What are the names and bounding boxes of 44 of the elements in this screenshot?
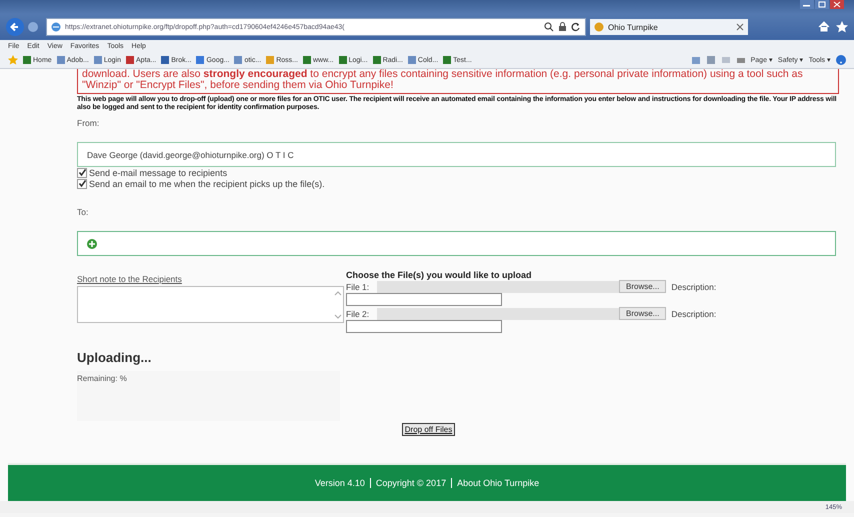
search-icon[interactable] bbox=[544, 22, 554, 32]
browse-button[interactable]: Browse... bbox=[619, 280, 666, 293]
back-icon[interactable] bbox=[6, 18, 24, 36]
window-controls-icon[interactable] bbox=[800, 0, 844, 9]
description-field[interactable] bbox=[346, 320, 502, 333]
drop-off-button[interactable]: Drop off Files bbox=[402, 423, 456, 436]
lock-icon[interactable] bbox=[558, 22, 567, 32]
file-path-field[interactable] bbox=[377, 308, 619, 320]
warning-message: download. Users are also strongly encouraged to encrypt any files containing sensitive information (e.g. personal private information) using a tool such as "Winzip" or "Encrypt Files", before sending them via Ohio Turnpike! bbox=[77, 69, 839, 94]
browser-tab[interactable]: Ohio Turnpike bbox=[590, 19, 748, 35]
footer-link[interactable]: About Ohio Turnpike bbox=[451, 478, 540, 488]
help-icon[interactable] bbox=[836, 55, 846, 65]
add-icon[interactable] bbox=[87, 238, 97, 248]
checkbox[interactable] bbox=[77, 178, 87, 188]
star-icon[interactable] bbox=[836, 21, 848, 33]
footer-text: Version 4.10 bbox=[314, 478, 365, 488]
browse-button[interactable]: Browse... bbox=[619, 307, 666, 320]
scroll-arrows-icon[interactable] bbox=[334, 290, 342, 320]
favorites-star-icon[interactable] bbox=[8, 55, 18, 65]
uploading-heading: Uploading... bbox=[77, 350, 152, 365]
close-icon[interactable] bbox=[736, 23, 744, 31]
tab-title: Ohio Turnpike bbox=[608, 22, 659, 32]
home-icon[interactable] bbox=[818, 21, 830, 32]
file-label: File 2: bbox=[346, 308, 370, 318]
from-field[interactable]: Dave George (david.george@ohioturnpike.org) O T I C bbox=[77, 142, 836, 167]
file-path-field[interactable] bbox=[377, 280, 619, 292]
description-label: Description: bbox=[671, 282, 716, 292]
checkbox[interactable] bbox=[77, 168, 87, 178]
note-label: Short note to the Recipients bbox=[77, 274, 183, 284]
page-icon[interactable] bbox=[51, 22, 61, 32]
files-heading: Choose the File(s) you would like to upload bbox=[346, 270, 533, 280]
page-icon[interactable] bbox=[594, 22, 604, 32]
description-label: Description: bbox=[671, 308, 716, 318]
checkbox-label: Send e-mail message to recipients bbox=[89, 168, 228, 178]
refresh-icon[interactable] bbox=[571, 22, 581, 32]
to-label: To: bbox=[77, 207, 90, 217]
description-field[interactable] bbox=[346, 293, 502, 306]
note-textarea[interactable] bbox=[77, 286, 344, 323]
from-label: From: bbox=[77, 118, 100, 128]
remaining-text: Remaining: % bbox=[77, 373, 128, 383]
checkbox-label: Send an email to me when the recipient picks up the file(s). bbox=[89, 178, 325, 188]
footer-text: Copyright © 2017 bbox=[370, 478, 446, 488]
to-field[interactable] bbox=[77, 231, 836, 256]
file-label: File 1: bbox=[346, 282, 370, 292]
